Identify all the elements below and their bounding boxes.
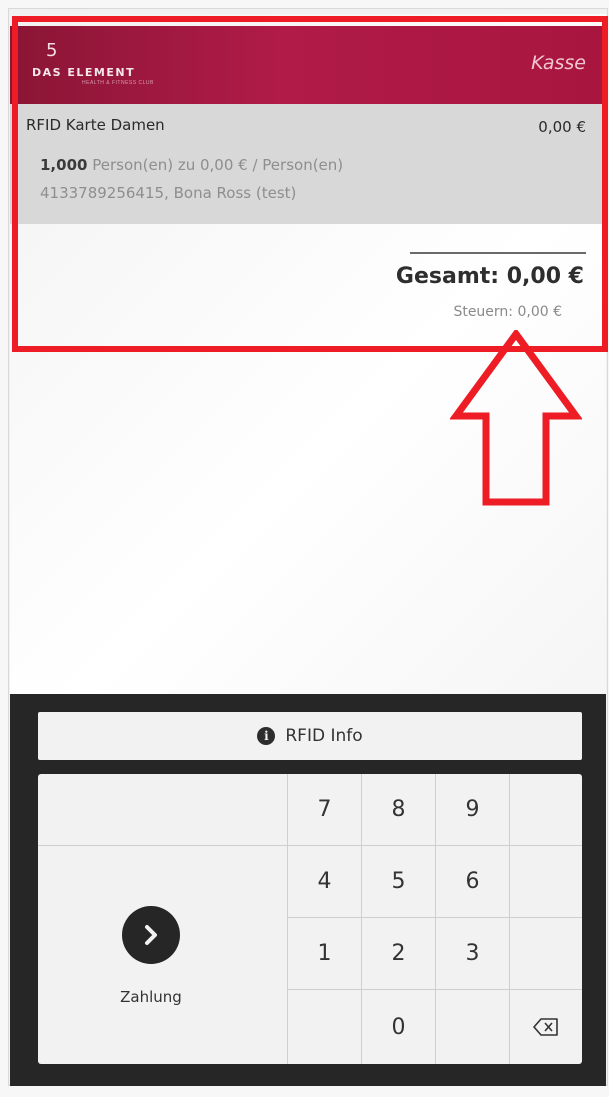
payment-label: Zahlung bbox=[120, 988, 182, 1006]
key-3[interactable]: 3 bbox=[436, 918, 510, 990]
key-1[interactable]: 1 bbox=[288, 918, 362, 990]
keypad-panel: Zahlung 7 8 9 4 5 6 1 2 3 0 bbox=[38, 774, 582, 1064]
key-5[interactable]: 5 bbox=[362, 846, 436, 918]
key-blank bbox=[510, 846, 582, 918]
key-4[interactable]: 4 bbox=[288, 846, 362, 918]
rfid-info-button[interactable]: i RFID Info bbox=[38, 712, 582, 760]
key-9[interactable]: 9 bbox=[436, 774, 510, 846]
payment-area: Zahlung bbox=[38, 774, 288, 1064]
key-7[interactable]: 7 bbox=[288, 774, 362, 846]
key-blank bbox=[510, 918, 582, 990]
key-6[interactable]: 6 bbox=[436, 846, 510, 918]
chevron-right-icon bbox=[145, 925, 157, 945]
payment-button[interactable] bbox=[122, 906, 180, 964]
key-2[interactable]: 2 bbox=[362, 918, 436, 990]
payment-area-top-cell bbox=[38, 774, 288, 846]
info-icon: i bbox=[257, 727, 276, 745]
key-blank bbox=[510, 774, 582, 846]
annotation-arrow-icon bbox=[450, 330, 582, 506]
backspace-key[interactable] bbox=[510, 990, 582, 1064]
numeric-keypad: 7 8 9 4 5 6 1 2 3 0 bbox=[288, 774, 582, 1064]
annotation-highlight-box bbox=[12, 16, 608, 352]
rfid-info-label: RFID Info bbox=[285, 726, 363, 746]
key-8[interactable]: 8 bbox=[362, 774, 436, 846]
key-blank bbox=[436, 990, 510, 1064]
backspace-icon bbox=[533, 1018, 558, 1036]
key-blank bbox=[288, 990, 362, 1064]
key-0[interactable]: 0 bbox=[362, 990, 436, 1064]
